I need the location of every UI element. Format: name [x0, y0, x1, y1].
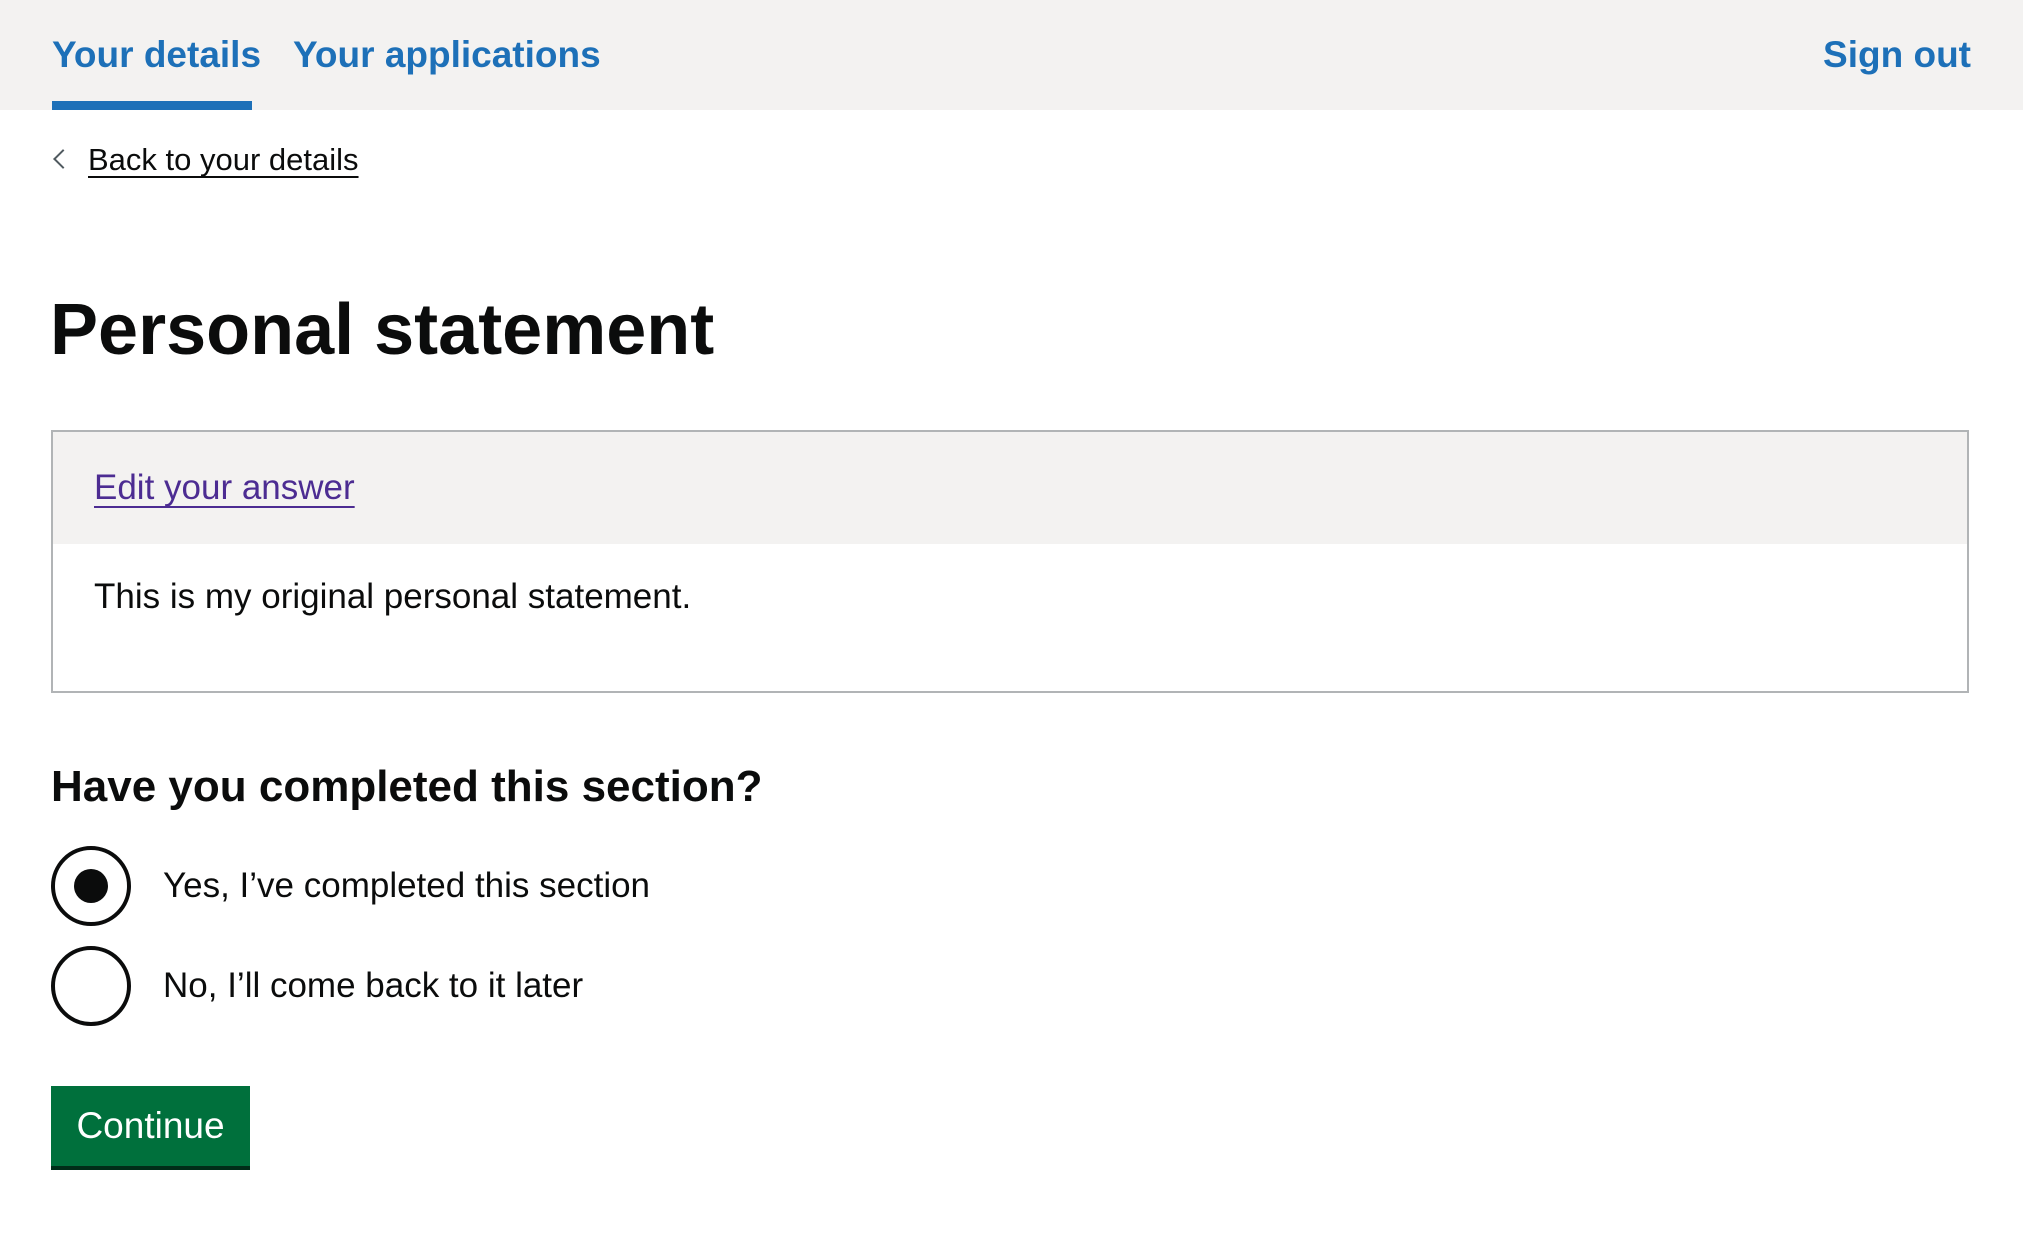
- back-link-label: Back to your details: [88, 142, 359, 177]
- edit-answer-link[interactable]: Edit your answer: [94, 466, 355, 510]
- answer-summary-card: Edit your answer This is my original per…: [51, 430, 1969, 693]
- radio-label-no[interactable]: No, I’ll come back to it later: [163, 964, 583, 1008]
- sign-out-link[interactable]: Sign out: [1823, 31, 1971, 79]
- active-nav-indicator: [52, 101, 252, 110]
- page-title: Personal statement: [50, 290, 715, 370]
- nav-your-details[interactable]: Your details: [52, 31, 261, 79]
- top-navigation: Your details Your applications Sign out: [0, 0, 2023, 110]
- answer-card-header: Edit your answer: [53, 432, 1967, 544]
- radio-option-yes[interactable]: Yes, I’ve completed this section: [51, 846, 650, 926]
- radio-label-yes[interactable]: Yes, I’ve completed this section: [163, 864, 650, 908]
- chevron-left-icon: [53, 149, 73, 169]
- completion-question: Have you completed this section?: [51, 762, 763, 811]
- radio-button-no[interactable]: [51, 946, 131, 1026]
- radio-option-no[interactable]: No, I’ll come back to it later: [51, 946, 583, 1026]
- back-link[interactable]: Back to your details: [52, 140, 359, 180]
- radio-selected-dot: [74, 869, 108, 903]
- answer-text: This is my original personal statement.: [94, 577, 692, 616]
- nav-your-applications[interactable]: Your applications: [293, 31, 601, 79]
- continue-button[interactable]: Continue: [51, 1086, 250, 1166]
- radio-button-yes[interactable]: [51, 846, 131, 926]
